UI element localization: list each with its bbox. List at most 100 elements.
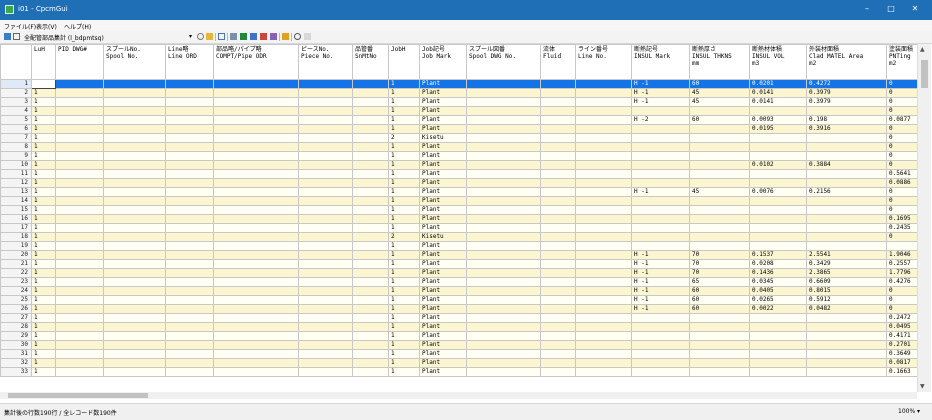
row-header[interactable]: 2	[0, 88, 32, 98]
table-cell[interactable]: 1	[31, 160, 56, 170]
table-cell[interactable]	[298, 79, 353, 89]
table-row[interactable]: 2 1 1 Plant H -1 45 0.0141 0.3979 0	[0, 88, 925, 98]
table-cell[interactable]	[466, 232, 541, 242]
row-header[interactable]: 29	[0, 331, 32, 341]
table-cell[interactable]	[352, 331, 389, 341]
table-cell[interactable]: Plant	[419, 331, 467, 341]
table-cell[interactable]	[298, 331, 353, 341]
table-cell[interactable]	[689, 340, 750, 350]
table-cell[interactable]	[466, 115, 541, 125]
table-cell[interactable]	[806, 331, 887, 341]
table-cell[interactable]	[352, 124, 389, 134]
table-cell[interactable]	[103, 133, 166, 143]
table-cell[interactable]: 1	[388, 178, 420, 188]
table-cell[interactable]	[575, 259, 632, 269]
table-cell[interactable]: 1	[31, 115, 56, 125]
table-cell[interactable]: 1	[31, 88, 56, 98]
table-cell[interactable]	[298, 304, 353, 314]
row-header[interactable]: 32	[0, 358, 32, 368]
zoom-level[interactable]: 100% ▾	[898, 408, 920, 415]
table-cell[interactable]	[575, 178, 632, 188]
table-cell[interactable]	[55, 151, 104, 161]
table-row[interactable]: 13 1 1 Plant H -1 45 0.0076 0.2156 0	[0, 187, 925, 197]
table-cell[interactable]	[103, 106, 166, 116]
table-cell[interactable]	[749, 106, 807, 116]
table-cell[interactable]: 1	[388, 331, 420, 341]
table-cell[interactable]	[213, 169, 299, 179]
table-cell[interactable]: 0.3429	[806, 259, 887, 269]
row-header[interactable]: 26	[0, 304, 32, 314]
table-cell[interactable]: 2.3865	[806, 268, 887, 278]
table-cell[interactable]	[298, 223, 353, 233]
table-cell[interactable]	[165, 133, 214, 143]
table-cell[interactable]	[466, 214, 541, 224]
table-cell[interactable]: 1	[388, 169, 420, 179]
table-cell[interactable]: 1	[31, 106, 56, 116]
table-cell[interactable]	[540, 88, 576, 98]
table-cell[interactable]	[466, 205, 541, 215]
row-header[interactable]: 10	[0, 160, 32, 170]
table-cell[interactable]: 70	[689, 250, 750, 260]
table-cell[interactable]	[165, 187, 214, 197]
table-cell[interactable]	[213, 349, 299, 359]
table-cell[interactable]	[806, 169, 887, 179]
table-cell[interactable]	[213, 250, 299, 260]
table-cell[interactable]	[631, 196, 690, 206]
table-cell[interactable]	[540, 124, 576, 134]
table-cell[interactable]	[298, 106, 353, 116]
table-cell[interactable]	[55, 277, 104, 287]
table-cell[interactable]: 1	[388, 268, 420, 278]
menu-file[interactable]: ファイル(F)	[4, 22, 36, 31]
table-cell[interactable]: 1	[31, 178, 56, 188]
table-cell[interactable]	[103, 169, 166, 179]
row-header[interactable]: 28	[0, 322, 32, 332]
row-header[interactable]: 12	[0, 178, 32, 188]
table-cell[interactable]: H -1	[631, 250, 690, 260]
table-cell[interactable]: Plant	[419, 115, 467, 125]
table-cell[interactable]	[689, 349, 750, 359]
table-cell[interactable]	[575, 313, 632, 323]
table-cell[interactable]	[749, 142, 807, 152]
table-cell[interactable]	[352, 259, 389, 269]
table-cell[interactable]: H -1	[631, 268, 690, 278]
table-cell[interactable]	[466, 187, 541, 197]
table-cell[interactable]: 1	[388, 124, 420, 134]
scrollbar-thumb[interactable]	[8, 393, 148, 398]
table-cell[interactable]	[165, 304, 214, 314]
table-cell[interactable]	[55, 133, 104, 143]
table-row[interactable]: 22 1 1 Plant H -1 70 0.1436 2.3865 1.7796	[0, 268, 925, 278]
table-cell[interactable]	[298, 205, 353, 215]
table-cell[interactable]	[806, 214, 887, 224]
table-cell[interactable]: Plant	[419, 196, 467, 206]
table-cell[interactable]	[103, 313, 166, 323]
table-cell[interactable]	[55, 88, 104, 98]
table-cell[interactable]	[103, 367, 166, 377]
table-cell[interactable]	[689, 151, 750, 161]
table-cell[interactable]	[103, 259, 166, 269]
table-cell[interactable]: 0.0345	[749, 277, 807, 287]
row-header[interactable]: 23	[0, 277, 32, 287]
table-cell[interactable]: 1	[31, 241, 56, 251]
table-cell[interactable]	[575, 79, 632, 89]
table-cell[interactable]: 1	[31, 268, 56, 278]
column-header[interactable]: 外装材面積 Clad MATEL Area m2	[806, 44, 887, 80]
row-header[interactable]: 24	[0, 286, 32, 296]
table-cell[interactable]	[806, 178, 887, 188]
table-cell[interactable]: Plant	[419, 259, 467, 269]
table-cell[interactable]: 1	[388, 79, 420, 89]
table-row[interactable]: 29 1 1 Plant 0.4171	[0, 331, 925, 341]
table-cell[interactable]: Plant	[419, 358, 467, 368]
table-cell[interactable]	[352, 178, 389, 188]
column-header[interactable]: Line略 Line ORD	[165, 44, 214, 80]
table-cell[interactable]: 60	[689, 115, 750, 125]
table-cell[interactable]	[298, 169, 353, 179]
table-cell[interactable]	[213, 277, 299, 287]
table-cell[interactable]	[298, 151, 353, 161]
table-cell[interactable]	[352, 169, 389, 179]
table-cell[interactable]	[298, 367, 353, 377]
table-cell[interactable]	[103, 286, 166, 296]
table-cell[interactable]	[103, 196, 166, 206]
table-cell[interactable]	[806, 349, 887, 359]
row-header[interactable]: 15	[0, 205, 32, 215]
table-cell[interactable]: Plant	[419, 106, 467, 116]
